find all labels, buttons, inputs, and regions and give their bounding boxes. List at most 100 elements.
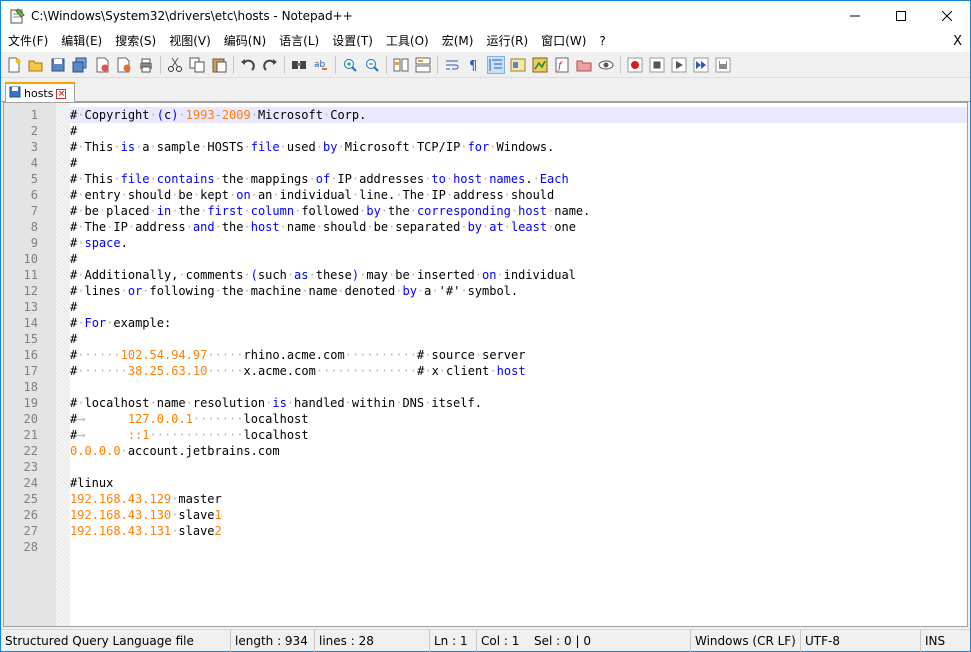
menu-settings[interactable]: 设置(T) xyxy=(325,31,379,52)
editor-line[interactable]: 19 #·localhost·name·resolution·is·handled… xyxy=(4,395,967,411)
cut-icon[interactable] xyxy=(166,56,184,74)
line-text: #·Copyright·(c)·1993-2009·Microsoft·Corp… xyxy=(70,107,967,123)
close-all-icon[interactable] xyxy=(115,56,133,74)
minimize-button[interactable] xyxy=(832,1,878,31)
toolbar-separator xyxy=(284,55,285,74)
editor-line[interactable]: 10 # xyxy=(4,251,967,267)
menu-view[interactable]: 视图(V) xyxy=(162,31,217,52)
status-bar: Structured Query Language file length : … xyxy=(1,629,970,652)
menu-tools[interactable]: 工具(O) xyxy=(379,31,435,52)
zoom-out-icon[interactable] xyxy=(363,56,381,74)
line-text: # xyxy=(70,300,78,314)
editor-line[interactable]: 14 #·For·example: xyxy=(4,315,967,331)
menu-macro[interactable]: 宏(M) xyxy=(435,31,480,52)
editor-line[interactable]: 27 192.168.43.131·slave2 xyxy=(4,523,967,539)
window-title: C:\Windows\System32\drivers\etc\hosts - … xyxy=(31,9,353,23)
zoom-in-icon[interactable] xyxy=(341,56,359,74)
copy-icon[interactable] xyxy=(188,56,206,74)
line-text: # xyxy=(70,124,78,138)
macro-stop-icon[interactable] xyxy=(648,56,666,74)
editor-line[interactable]: 2 # xyxy=(4,123,967,139)
word-wrap-icon[interactable] xyxy=(443,56,461,74)
user-language-icon[interactable] xyxy=(509,56,527,74)
editor-line[interactable]: 12 #·lines·or·following·the·machine·name·… xyxy=(4,283,967,299)
editor-line[interactable]: 11 #·Additionally,·comments·(such·as·thes… xyxy=(4,267,967,283)
menu-edit[interactable]: 编辑(E) xyxy=(54,31,108,52)
editor-pane[interactable]: 1 #·Copyright·(c)·1993-2009·Microsoft·Cor… xyxy=(3,102,968,627)
toolbar: ab ¶ f xyxy=(1,52,970,78)
macro-play-icon[interactable] xyxy=(670,56,688,74)
menu-search[interactable]: 搜索(S) xyxy=(108,31,162,52)
document-map-icon[interactable] xyxy=(531,56,549,74)
save-all-icon[interactable] xyxy=(71,56,89,74)
tab-close-icon[interactable]: × xyxy=(56,88,67,99)
editor-line[interactable]: 18 xyxy=(4,379,967,395)
line-number: 24 xyxy=(23,476,38,490)
undo-icon[interactable] xyxy=(239,56,257,74)
line-number: 13 xyxy=(23,300,38,314)
editor-line[interactable]: 26 192.168.43.130·slave1 xyxy=(4,507,967,523)
line-text: #·Additionally,·comments·(such·as·these)… xyxy=(70,268,576,282)
toolbar-separator xyxy=(160,55,161,74)
macro-save-icon[interactable] xyxy=(714,56,732,74)
editor-line[interactable]: 8 #·The·IP·address·and·the·host·name·shou… xyxy=(4,219,967,235)
editor-line[interactable]: 5 #·This·file·contains·the·mappings·of·IP… xyxy=(4,171,967,187)
monitoring-eye-icon[interactable] xyxy=(597,56,615,74)
menu-file[interactable]: 文件(F) xyxy=(1,31,54,52)
editor-line[interactable]: 20 #⟶ 127.0.0.1·······localhost xyxy=(4,411,967,427)
open-file-icon[interactable] xyxy=(27,56,45,74)
menu-language[interactable]: 语言(L) xyxy=(272,31,325,52)
editor-line[interactable]: 17 #·······38.25.63.10·····x.acme.com····… xyxy=(4,363,967,379)
maximize-button[interactable] xyxy=(878,1,924,31)
editor-line[interactable]: 4 # xyxy=(4,155,967,171)
editor-line[interactable]: 21 #⟶ ::1·············localhost xyxy=(4,427,967,443)
editor-line[interactable]: 9 #·space. xyxy=(4,235,967,251)
close-button[interactable] xyxy=(924,1,970,31)
editor-line[interactable]: 7 #·be·placed·in·the·first·column·followe… xyxy=(4,203,967,219)
print-icon[interactable] xyxy=(137,56,155,74)
menu-run[interactable]: 运行(R) xyxy=(479,31,534,52)
line-text: # xyxy=(70,156,78,170)
line-number: 21 xyxy=(23,428,38,442)
line-number: 5 xyxy=(30,172,38,186)
show-all-chars-icon[interactable]: ¶ xyxy=(465,56,483,74)
line-number: 1 xyxy=(30,108,38,122)
menu-window[interactable]: 窗口(W) xyxy=(534,31,592,52)
toolbar-separator xyxy=(233,55,234,74)
editor-line[interactable]: 3 #·This·is·a·sample·HOSTS·file·used·by·M… xyxy=(4,139,967,155)
tab-bar: hosts × xyxy=(1,78,970,103)
indent-guide-icon[interactable] xyxy=(487,55,505,74)
close-document-icon[interactable]: X xyxy=(953,34,962,49)
save-icon[interactable] xyxy=(49,56,67,74)
find-icon[interactable] xyxy=(290,56,308,74)
editor-line[interactable]: 16 #······102.54.94.97·····rhino.acme.com… xyxy=(4,347,967,363)
editor-line[interactable]: 1 #·Copyright·(c)·1993-2009·Microsoft·Cor… xyxy=(4,107,967,123)
redo-icon[interactable] xyxy=(261,56,279,74)
sync-vertical-icon[interactable] xyxy=(392,56,410,74)
macro-run-multiple-icon[interactable] xyxy=(692,56,710,74)
tab-hosts[interactable]: hosts × xyxy=(5,82,75,103)
line-number: 7 xyxy=(30,204,38,218)
function-list-icon[interactable]: f xyxy=(553,56,571,74)
folder-workspace-icon[interactable] xyxy=(575,56,593,74)
editor-line[interactable]: 6 #·entry·should·be·kept·on·an·individual… xyxy=(4,187,967,203)
title-bar[interactable]: C:\Windows\System32\drivers\etc\hosts - … xyxy=(1,1,970,31)
editor-line[interactable]: 15 # xyxy=(4,331,967,347)
editor-line[interactable]: 13 # xyxy=(4,299,967,315)
new-file-icon[interactable] xyxy=(5,56,23,74)
editor-line[interactable]: 25 192.168.43.129·master xyxy=(4,491,967,507)
paste-icon[interactable] xyxy=(210,56,228,74)
menu-encoding[interactable]: 编码(N) xyxy=(217,31,272,52)
line-number: 9 xyxy=(30,236,38,250)
editor-line[interactable]: 22 0.0.0.0·account.jetbrains.com xyxy=(4,443,967,459)
line-text: 192.168.43.129·master xyxy=(70,492,222,506)
sync-horizontal-icon[interactable] xyxy=(414,56,432,74)
editor-line[interactable]: 28 xyxy=(4,539,967,555)
line-number: 28 xyxy=(23,540,38,554)
editor-line[interactable]: 23 xyxy=(4,459,967,475)
editor-line[interactable]: 24 #linux xyxy=(4,475,967,491)
replace-icon[interactable]: ab xyxy=(312,56,330,74)
close-file-icon[interactable] xyxy=(93,56,111,74)
menu-help[interactable]: ? xyxy=(592,31,611,52)
macro-record-icon[interactable] xyxy=(626,56,644,74)
